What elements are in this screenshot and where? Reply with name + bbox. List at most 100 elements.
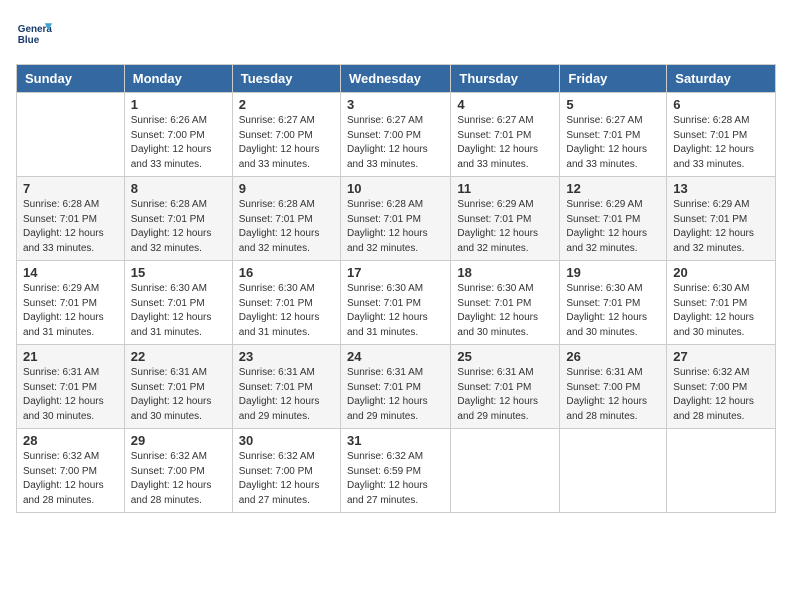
day-info: Sunrise: 6:30 AM Sunset: 7:01 PM Dayligh… bbox=[347, 282, 444, 340]
calendar-cell: 16 Sunrise: 6:30 AM Sunset: 7:01 PM Dayli… bbox=[232, 261, 340, 345]
svg-text:Blue: Blue bbox=[18, 35, 40, 46]
calendar-header-row: SundayMondayTuesdayWednesdayThursdayFrid… bbox=[17, 65, 776, 93]
calendar-cell: 15 Sunrise: 6:30 AM Sunset: 7:01 PM Dayli… bbox=[124, 261, 232, 345]
day-info: Sunrise: 6:29 AM Sunset: 7:01 PM Dayligh… bbox=[457, 198, 553, 256]
day-info: Sunrise: 6:29 AM Sunset: 7:01 PM Dayligh… bbox=[673, 198, 769, 256]
calendar-cell: 11Sunrise: 6:29 AM Sunset: 7:01 PM Dayli… bbox=[451, 177, 560, 261]
day-info: Sunrise: 6:28 AM Sunset: 7:01 PM Dayligh… bbox=[23, 198, 118, 256]
calendar-header-monday: Monday bbox=[124, 65, 232, 93]
calendar-cell bbox=[17, 93, 125, 177]
calendar-cell: 22 Sunrise: 6:31 AM Sunset: 7:01 PM Dayli… bbox=[124, 345, 232, 429]
day-info: Sunrise: 6:30 AM Sunset: 7:01 PM Dayligh… bbox=[457, 282, 553, 340]
day-info: Sunrise: 6:31 AM Sunset: 7:01 PM Dayligh… bbox=[457, 366, 553, 424]
day-info: Sunrise: 6:29 AM Sunset: 7:01 PM Dayligh… bbox=[23, 282, 118, 340]
calendar-week-row: 21Sunrise: 6:31 AM Sunset: 7:01 PM Dayli… bbox=[17, 345, 776, 429]
calendar-cell: 10 Sunrise: 6:28 AM Sunset: 7:01 PM Dayli… bbox=[340, 177, 450, 261]
day-number: 27 bbox=[673, 349, 769, 364]
day-number: 16 bbox=[239, 265, 334, 280]
day-number: 26 bbox=[566, 349, 660, 364]
day-info: Sunrise: 6:32 AM Sunset: 7:00 PM Dayligh… bbox=[239, 450, 334, 508]
day-number: 6 bbox=[673, 97, 769, 112]
calendar-cell: 24Sunrise: 6:31 AM Sunset: 7:01 PM Dayli… bbox=[340, 345, 450, 429]
calendar-cell: 8 Sunrise: 6:28 AM Sunset: 7:01 PM Daylig… bbox=[124, 177, 232, 261]
day-number: 5 bbox=[566, 97, 660, 112]
day-number: 8 bbox=[131, 181, 226, 196]
calendar-week-row: 14 Sunrise: 6:29 AM Sunset: 7:01 PM Dayli… bbox=[17, 261, 776, 345]
calendar-cell: 14 Sunrise: 6:29 AM Sunset: 7:01 PM Dayli… bbox=[17, 261, 125, 345]
calendar-week-row: 1 Sunrise: 6:26 AM Sunset: 7:00 PM Daylig… bbox=[17, 93, 776, 177]
calendar-cell: 12 Sunrise: 6:29 AM Sunset: 7:01 PM Dayli… bbox=[560, 177, 667, 261]
day-number: 29 bbox=[131, 433, 226, 448]
calendar-cell: 5 Sunrise: 6:27 AM Sunset: 7:01 PM Daylig… bbox=[560, 93, 667, 177]
day-info: Sunrise: 6:32 AM Sunset: 7:00 PM Dayligh… bbox=[23, 450, 118, 508]
calendar-cell: 30Sunrise: 6:32 AM Sunset: 7:00 PM Dayli… bbox=[232, 429, 340, 513]
day-info: Sunrise: 6:28 AM Sunset: 7:01 PM Dayligh… bbox=[131, 198, 226, 256]
day-info: Sunrise: 6:26 AM Sunset: 7:00 PM Dayligh… bbox=[131, 114, 226, 172]
calendar-cell bbox=[451, 429, 560, 513]
calendar-cell: 28 Sunrise: 6:32 AM Sunset: 7:00 PM Dayli… bbox=[17, 429, 125, 513]
calendar-header-sunday: Sunday bbox=[17, 65, 125, 93]
day-info: Sunrise: 6:30 AM Sunset: 7:01 PM Dayligh… bbox=[239, 282, 334, 340]
calendar-cell bbox=[560, 429, 667, 513]
day-info: Sunrise: 6:31 AM Sunset: 7:01 PM Dayligh… bbox=[131, 366, 226, 424]
calendar-header-saturday: Saturday bbox=[667, 65, 776, 93]
day-number: 13 bbox=[673, 181, 769, 196]
calendar-cell: 9 Sunrise: 6:28 AM Sunset: 7:01 PM Daylig… bbox=[232, 177, 340, 261]
day-number: 1 bbox=[131, 97, 226, 112]
calendar-cell: 7 Sunrise: 6:28 AM Sunset: 7:01 PM Daylig… bbox=[17, 177, 125, 261]
day-number: 25 bbox=[457, 349, 553, 364]
logo-icon: General Blue bbox=[16, 16, 52, 52]
day-info: Sunrise: 6:30 AM Sunset: 7:01 PM Dayligh… bbox=[131, 282, 226, 340]
day-number: 28 bbox=[23, 433, 118, 448]
day-info: Sunrise: 6:30 AM Sunset: 7:01 PM Dayligh… bbox=[673, 282, 769, 340]
day-info: Sunrise: 6:32 AM Sunset: 7:00 PM Dayligh… bbox=[673, 366, 769, 424]
day-info: Sunrise: 6:28 AM Sunset: 7:01 PM Dayligh… bbox=[239, 198, 334, 256]
calendar-cell: 19Sunrise: 6:30 AM Sunset: 7:01 PM Dayli… bbox=[560, 261, 667, 345]
day-number: 22 bbox=[131, 349, 226, 364]
calendar-cell: 26 Sunrise: 6:31 AM Sunset: 7:00 PM Dayli… bbox=[560, 345, 667, 429]
day-number: 17 bbox=[347, 265, 444, 280]
calendar-cell bbox=[667, 429, 776, 513]
calendar-cell: 23 Sunrise: 6:31 AM Sunset: 7:01 PM Dayli… bbox=[232, 345, 340, 429]
calendar-cell: 6 Sunrise: 6:28 AM Sunset: 7:01 PM Daylig… bbox=[667, 93, 776, 177]
calendar-cell: 27 Sunrise: 6:32 AM Sunset: 7:00 PM Dayli… bbox=[667, 345, 776, 429]
day-number: 20 bbox=[673, 265, 769, 280]
logo: General Blue bbox=[16, 16, 52, 52]
calendar-cell: 4 Sunrise: 6:27 AM Sunset: 7:01 PM Daylig… bbox=[451, 93, 560, 177]
day-number: 3 bbox=[347, 97, 444, 112]
calendar: SundayMondayTuesdayWednesdayThursdayFrid… bbox=[16, 64, 776, 513]
calendar-cell: 1 Sunrise: 6:26 AM Sunset: 7:00 PM Daylig… bbox=[124, 93, 232, 177]
header: General Blue bbox=[16, 16, 776, 52]
day-number: 10 bbox=[347, 181, 444, 196]
calendar-cell: 29 Sunrise: 6:32 AM Sunset: 7:00 PM Dayli… bbox=[124, 429, 232, 513]
calendar-header-tuesday: Tuesday bbox=[232, 65, 340, 93]
calendar-cell: 3Sunrise: 6:27 AM Sunset: 7:00 PM Daylig… bbox=[340, 93, 450, 177]
day-info: Sunrise: 6:28 AM Sunset: 7:01 PM Dayligh… bbox=[673, 114, 769, 172]
calendar-cell: 17 Sunrise: 6:30 AM Sunset: 7:01 PM Dayli… bbox=[340, 261, 450, 345]
day-info: Sunrise: 6:32 AM Sunset: 7:00 PM Dayligh… bbox=[131, 450, 226, 508]
day-info: Sunrise: 6:27 AM Sunset: 7:01 PM Dayligh… bbox=[566, 114, 660, 172]
calendar-cell: 20 Sunrise: 6:30 AM Sunset: 7:01 PM Dayli… bbox=[667, 261, 776, 345]
day-info: Sunrise: 6:31 AM Sunset: 7:01 PM Dayligh… bbox=[239, 366, 334, 424]
day-number: 2 bbox=[239, 97, 334, 112]
day-number: 7 bbox=[23, 181, 118, 196]
day-info: Sunrise: 6:27 AM Sunset: 7:01 PM Dayligh… bbox=[457, 114, 553, 172]
day-number: 15 bbox=[131, 265, 226, 280]
day-number: 12 bbox=[566, 181, 660, 196]
calendar-header-friday: Friday bbox=[560, 65, 667, 93]
day-number: 14 bbox=[23, 265, 118, 280]
day-number: 4 bbox=[457, 97, 553, 112]
day-number: 9 bbox=[239, 181, 334, 196]
day-info: Sunrise: 6:32 AM Sunset: 6:59 PM Dayligh… bbox=[347, 450, 444, 508]
calendar-cell: 2Sunrise: 6:27 AM Sunset: 7:00 PM Daylig… bbox=[232, 93, 340, 177]
day-info: Sunrise: 6:31 AM Sunset: 7:01 PM Dayligh… bbox=[23, 366, 118, 424]
day-number: 23 bbox=[239, 349, 334, 364]
calendar-week-row: 7 Sunrise: 6:28 AM Sunset: 7:01 PM Daylig… bbox=[17, 177, 776, 261]
calendar-header-wednesday: Wednesday bbox=[340, 65, 450, 93]
calendar-header-thursday: Thursday bbox=[451, 65, 560, 93]
calendar-week-row: 28 Sunrise: 6:32 AM Sunset: 7:00 PM Dayli… bbox=[17, 429, 776, 513]
day-info: Sunrise: 6:31 AM Sunset: 7:00 PM Dayligh… bbox=[566, 366, 660, 424]
day-number: 19 bbox=[566, 265, 660, 280]
day-info: Sunrise: 6:28 AM Sunset: 7:01 PM Dayligh… bbox=[347, 198, 444, 256]
day-info: Sunrise: 6:29 AM Sunset: 7:01 PM Dayligh… bbox=[566, 198, 660, 256]
